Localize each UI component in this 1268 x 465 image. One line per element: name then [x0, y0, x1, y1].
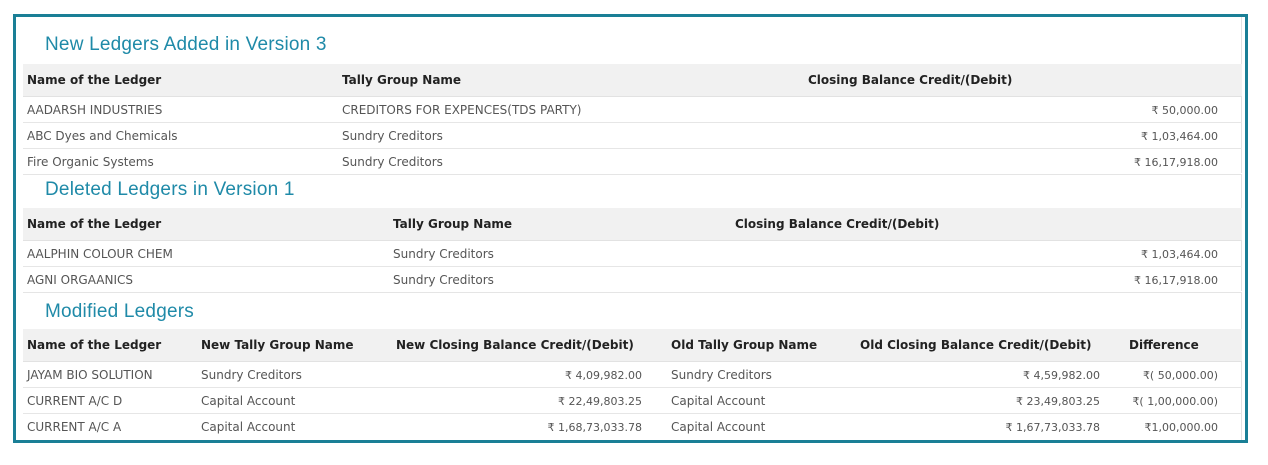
table-row[interactable]: CURRENT A/C A Capital Account ₹ 1,68,73,… — [23, 414, 1242, 440]
new-ledgers-header-row: Name of the Ledger Tally Group Name Clos… — [23, 64, 1242, 97]
column-header-ledger-name: Name of the Ledger — [27, 73, 162, 87]
table-row[interactable]: ABC Dyes and Chemicals Sundry Creditors … — [23, 123, 1242, 149]
column-header-new-group: New Tally Group Name — [201, 338, 354, 352]
new-closing-balance: ₹ 22,49,803.25 — [558, 395, 642, 408]
table-row[interactable]: AGNI ORGAANICS Sundry Creditors ₹ 16,17,… — [23, 267, 1242, 293]
column-header-old-group: Old Tally Group Name — [671, 338, 818, 352]
old-closing-balance: ₹ 4,59,982.00 — [1023, 369, 1100, 382]
new-ledgers-title: New Ledgers Added in Version 3 — [45, 34, 327, 55]
ledger-name: CURRENT A/C A — [27, 420, 122, 434]
column-header-difference: Difference — [1129, 338, 1199, 352]
column-header-group-name: Tally Group Name — [393, 217, 513, 231]
group-name: Sundry Creditors — [342, 129, 443, 143]
difference: ₹( 50,000.00) — [1142, 369, 1218, 382]
old-group-name: Capital Account — [671, 394, 766, 408]
closing-balance: ₹ 16,17,918.00 — [1134, 274, 1218, 287]
closing-balance: ₹ 1,03,464.00 — [1141, 130, 1218, 143]
new-ledgers-panel: New Ledgers Added in Version 3 Name of t… — [23, 17, 1242, 175]
difference: ₹( 1,00,000.00) — [1132, 395, 1218, 408]
group-name: CREDITORS FOR EXPENCES(TDS PARTY) — [342, 103, 582, 117]
table-row[interactable]: CURRENT A/C D Capital Account ₹ 22,49,80… — [23, 388, 1242, 414]
old-closing-balance: ₹ 1,67,73,033.78 — [1005, 421, 1100, 434]
ledger-name: AGNI ORGAANICS — [27, 273, 133, 287]
deleted-ledgers-panel: Deleted Ledgers in Version 1 Name of the… — [23, 174, 1242, 293]
ledger-comparison-frame: New Ledgers Added in Version 3 Name of t… — [13, 14, 1248, 443]
group-name: Sundry Creditors — [393, 273, 494, 287]
table-row[interactable]: AADARSH INDUSTRIES CREDITORS FOR EXPENCE… — [23, 97, 1242, 123]
table-row[interactable]: AALPHIN COLOUR CHEM Sundry Creditors ₹ 1… — [23, 241, 1242, 267]
group-name: Sundry Creditors — [393, 247, 494, 261]
modified-ledgers-title: Modified Ledgers — [45, 301, 194, 322]
column-header-ledger-name: Name of the Ledger — [27, 338, 162, 352]
new-group-name: Sundry Creditors — [201, 368, 302, 382]
table-row[interactable]: Fire Organic Systems Sundry Creditors ₹ … — [23, 149, 1242, 175]
new-group-name: Capital Account — [201, 394, 296, 408]
column-header-new-balance: New Closing Balance Credit/(Debit) — [396, 338, 634, 352]
deleted-ledgers-title: Deleted Ledgers in Version 1 — [45, 179, 295, 200]
new-closing-balance: ₹ 1,68,73,033.78 — [547, 421, 642, 434]
group-name: Sundry Creditors — [342, 155, 443, 169]
column-header-group-name: Tally Group Name — [342, 73, 462, 87]
column-header-ledger-name: Name of the Ledger — [27, 217, 162, 231]
column-header-closing-balance: Closing Balance Credit/(Debit) — [808, 73, 1013, 87]
ledger-name: CURRENT A/C D — [27, 394, 123, 408]
deleted-ledgers-header-row: Name of the Ledger Tally Group Name Clos… — [23, 208, 1242, 241]
old-closing-balance: ₹ 23,49,803.25 — [1016, 395, 1100, 408]
ledger-name: AALPHIN COLOUR CHEM — [27, 247, 173, 261]
ledger-name: ABC Dyes and Chemicals — [27, 129, 178, 143]
ledger-name: JAYAM BIO SOLUTION — [27, 368, 153, 382]
old-group-name: Sundry Creditors — [671, 368, 772, 382]
new-group-name: Capital Account — [201, 420, 296, 434]
table-row[interactable]: JAYAM BIO SOLUTION Sundry Creditors ₹ 4,… — [23, 362, 1242, 388]
column-header-old-balance: Old Closing Balance Credit/(Debit) — [860, 338, 1092, 352]
ledger-name: Fire Organic Systems — [27, 155, 154, 169]
closing-balance: ₹ 1,03,464.00 — [1141, 248, 1218, 261]
old-group-name: Capital Account — [671, 420, 766, 434]
difference: ₹1,00,000.00 — [1144, 421, 1218, 434]
modified-ledgers-header-row: Name of the Ledger New Tally Group Name … — [23, 329, 1242, 362]
ledger-name: AADARSH INDUSTRIES — [27, 103, 163, 117]
new-closing-balance: ₹ 4,09,982.00 — [565, 369, 642, 382]
modified-ledgers-panel: Modified Ledgers Name of the Ledger New … — [23, 292, 1242, 440]
closing-balance: ₹ 50,000.00 — [1151, 104, 1218, 117]
column-header-closing-balance: Closing Balance Credit/(Debit) — [735, 217, 940, 231]
closing-balance: ₹ 16,17,918.00 — [1134, 156, 1218, 169]
